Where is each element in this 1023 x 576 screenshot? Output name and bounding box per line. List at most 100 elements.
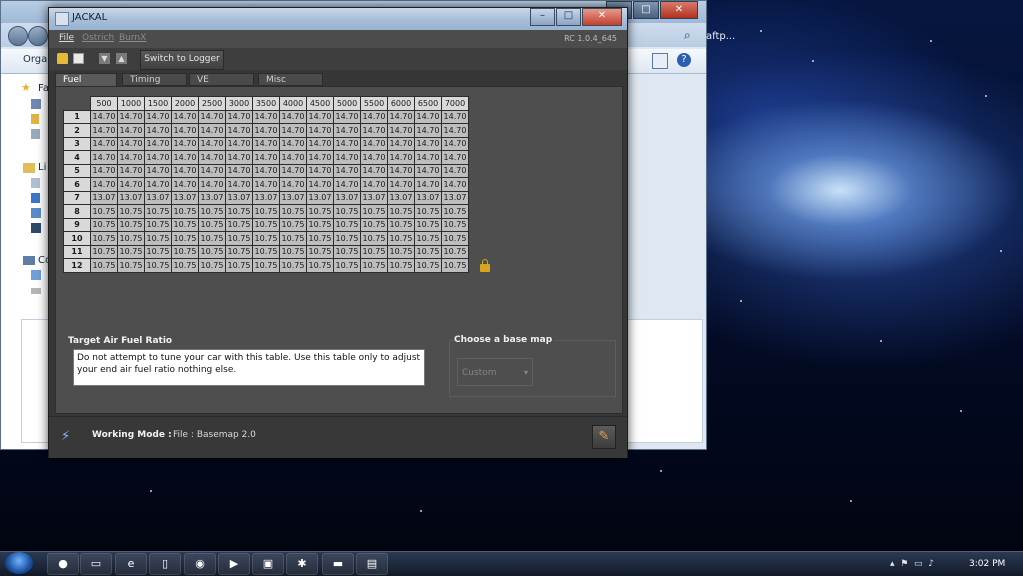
fuel-cell[interactable]: 14.70 — [279, 177, 307, 192]
pencil-icon[interactable]: ✎ — [592, 425, 616, 449]
base-map-select[interactable]: Custom ▾ — [457, 358, 533, 386]
fuel-cell[interactable]: 14.70 — [441, 109, 469, 124]
fuel-cell[interactable]: 14.70 — [441, 163, 469, 178]
fuel-cell[interactable]: 10.75 — [171, 217, 199, 232]
fuel-cell[interactable]: 10.75 — [414, 231, 442, 246]
fuel-cell[interactable]: 14.70 — [306, 123, 334, 138]
fuel-cell[interactable]: 10.75 — [360, 244, 388, 259]
fuel-cell[interactable]: 14.70 — [90, 123, 118, 138]
fuel-cell[interactable]: 10.75 — [333, 231, 361, 246]
fuel-cell[interactable]: 13.07 — [171, 190, 199, 205]
fuel-cell[interactable]: 10.75 — [252, 231, 280, 246]
fuel-cell[interactable]: 14.70 — [360, 163, 388, 178]
explorer-icon[interactable]: ▭ — [80, 553, 112, 575]
fuel-cell[interactable]: 10.75 — [441, 231, 469, 246]
fuel-cell[interactable]: 13.07 — [360, 190, 388, 205]
fuel-cell[interactable]: 10.75 — [225, 231, 253, 246]
fuel-cell[interactable]: 10.75 — [441, 217, 469, 232]
fuel-cell[interactable]: 14.70 — [225, 163, 253, 178]
fuel-cell[interactable]: 13.07 — [117, 190, 145, 205]
player-icon[interactable]: ▶ — [218, 553, 250, 575]
fuel-cell[interactable]: 10.75 — [414, 204, 442, 219]
fuel-cell[interactable]: 14.70 — [441, 136, 469, 151]
fuel-cell[interactable]: 14.70 — [333, 109, 361, 124]
tab-ve[interactable]: VE — [189, 73, 254, 86]
fuel-cell[interactable]: 14.70 — [225, 109, 253, 124]
fuel-cell[interactable]: 14.70 — [90, 136, 118, 151]
fuel-cell[interactable]: 10.75 — [225, 258, 253, 273]
fuel-cell[interactable]: 14.70 — [117, 163, 145, 178]
fuel-cell[interactable]: 10.75 — [360, 204, 388, 219]
pictures-icon[interactable] — [31, 208, 41, 218]
drive-icon[interactable] — [31, 288, 41, 294]
fuel-cell[interactable]: 14.70 — [252, 109, 280, 124]
fuel-cell[interactable]: 14.70 — [414, 109, 442, 124]
explorer-maximize-button[interactable]: □ — [633, 1, 659, 19]
view-icon[interactable] — [652, 53, 668, 69]
forward-icon[interactable] — [28, 26, 48, 46]
target-afr-textarea[interactable]: Do not attempt to tune your car with thi… — [73, 349, 425, 386]
fuel-cell[interactable]: 10.75 — [333, 204, 361, 219]
fuel-cell[interactable]: 14.70 — [252, 123, 280, 138]
fuel-cell[interactable]: 10.75 — [414, 244, 442, 259]
fuel-cell[interactable]: 10.75 — [144, 231, 172, 246]
fuel-cell[interactable]: 14.70 — [333, 150, 361, 165]
tab-misc[interactable]: Misc — [258, 73, 323, 86]
fuel-cell[interactable]: 14.70 — [360, 123, 388, 138]
fuel-cell[interactable]: 14.70 — [360, 177, 388, 192]
fuel-cell[interactable]: 14.70 — [387, 177, 415, 192]
fuel-cell[interactable]: 14.70 — [279, 136, 307, 151]
fuel-cell[interactable]: 10.75 — [387, 258, 415, 273]
switch-to-logger-button[interactable]: Switch to Logger — [140, 50, 224, 70]
recent-places-icon[interactable] — [31, 129, 40, 139]
fuel-cell[interactable]: 10.75 — [252, 217, 280, 232]
menu-file[interactable]: File — [59, 33, 74, 43]
fuel-cell[interactable]: 14.70 — [225, 150, 253, 165]
fuel-cell[interactable]: 13.07 — [306, 190, 334, 205]
fuel-cell[interactable]: 14.70 — [387, 163, 415, 178]
fuel-cell[interactable]: 10.75 — [387, 217, 415, 232]
fuel-cell[interactable]: 14.70 — [387, 109, 415, 124]
firefox-icon[interactable]: ● — [47, 553, 79, 575]
fuel-cell[interactable]: 14.70 — [306, 150, 334, 165]
fuel-cell[interactable]: 14.70 — [414, 163, 442, 178]
fuel-cell[interactable]: 10.75 — [252, 204, 280, 219]
fuel-cell[interactable]: 10.75 — [90, 204, 118, 219]
fuel-cell[interactable]: 14.70 — [414, 123, 442, 138]
videos-icon[interactable] — [31, 223, 41, 233]
taskbar-clock[interactable]: 3:02 PM — [969, 559, 1005, 569]
fuel-cell[interactable]: 10.75 — [279, 258, 307, 273]
fuel-cell[interactable]: 14.70 — [252, 136, 280, 151]
fuel-cell[interactable]: 13.07 — [198, 190, 226, 205]
fuel-cell[interactable]: 14.70 — [90, 177, 118, 192]
fuel-cell[interactable]: 13.07 — [225, 190, 253, 205]
tab-timing[interactable]: Timing — [122, 73, 187, 86]
fuel-cell[interactable]: 13.07 — [441, 190, 469, 205]
music-icon[interactable] — [31, 193, 40, 203]
fuel-cell[interactable]: 10.75 — [414, 258, 442, 273]
fuel-cell[interactable]: 14.70 — [333, 123, 361, 138]
fuel-cell[interactable]: 14.70 — [117, 136, 145, 151]
fuel-cell[interactable]: 14.70 — [171, 150, 199, 165]
fuel-cell[interactable]: 10.75 — [225, 204, 253, 219]
fuel-cell[interactable]: 14.70 — [117, 177, 145, 192]
fuel-cell[interactable]: 14.70 — [90, 163, 118, 178]
fuel-cell[interactable]: 13.07 — [252, 190, 280, 205]
fuel-cell[interactable]: 14.70 — [279, 123, 307, 138]
fuel-cell[interactable]: 10.75 — [387, 231, 415, 246]
maximize-button[interactable]: □ — [556, 8, 581, 26]
connection-icon[interactable]: ⚡ — [61, 429, 77, 445]
fuel-cell[interactable]: 10.75 — [144, 244, 172, 259]
minimize-button[interactable]: – — [530, 8, 555, 26]
menu-burnx[interactable]: BurnX — [119, 33, 146, 43]
fuel-cell[interactable]: 14.70 — [117, 109, 145, 124]
system-tray[interactable]: ▴ ⚑ ▭ ♪ — [890, 559, 934, 569]
fuel-cell[interactable]: 10.75 — [117, 204, 145, 219]
fuel-cell[interactable]: 14.70 — [387, 136, 415, 151]
fuel-cell[interactable]: 14.70 — [306, 109, 334, 124]
fuel-cell[interactable]: 10.75 — [90, 244, 118, 259]
fuel-cell[interactable]: 14.70 — [360, 109, 388, 124]
fuel-cell[interactable]: 14.70 — [387, 123, 415, 138]
lock-icon[interactable] — [480, 259, 490, 272]
fuel-cell[interactable]: 10.75 — [198, 204, 226, 219]
